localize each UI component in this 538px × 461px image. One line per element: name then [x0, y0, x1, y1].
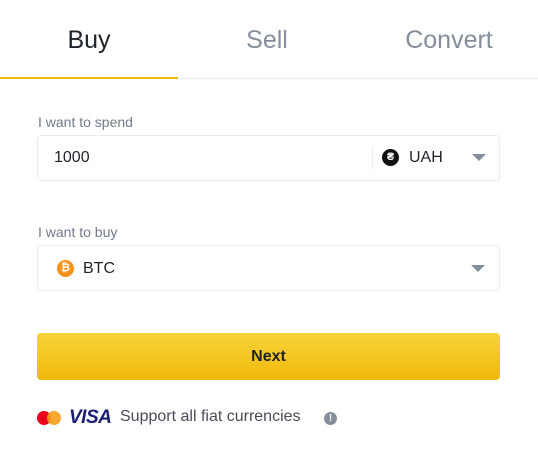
hryvnia-icon: ₴ — [382, 149, 399, 166]
tab-buy[interactable]: Buy — [0, 0, 178, 80]
field-divider — [372, 146, 373, 170]
active-tab-indicator — [0, 77, 178, 79]
visa-icon: VISA — [69, 407, 112, 428]
spend-field: ₴ UAH — [37, 135, 500, 181]
trade-tabs: Buy Sell Convert — [0, 0, 538, 80]
buy-label: I want to buy — [38, 224, 118, 240]
tab-convert[interactable]: Convert — [360, 0, 538, 80]
tab-sell[interactable]: Sell — [178, 0, 356, 80]
spend-label: I want to spend — [38, 114, 133, 130]
chevron-down-icon — [472, 154, 486, 161]
mastercard-icon — [37, 411, 63, 425]
bitcoin-icon: ₿ — [57, 260, 74, 277]
spend-amount-input[interactable] — [38, 136, 372, 180]
fiat-currency-label: UAH — [409, 149, 443, 166]
crypto-select[interactable]: ₿ BTC — [37, 245, 500, 291]
next-button[interactable]: Next — [37, 333, 500, 380]
payment-methods: VISA Support all fiat currencies ! — [37, 405, 367, 431]
fiat-currency-select[interactable]: ₴ UAH — [374, 136, 499, 180]
chevron-down-icon — [471, 265, 485, 272]
info-icon[interactable]: ! — [324, 412, 337, 425]
crypto-label: BTC — [83, 260, 115, 277]
support-text: Support all fiat currencies — [120, 408, 301, 425]
